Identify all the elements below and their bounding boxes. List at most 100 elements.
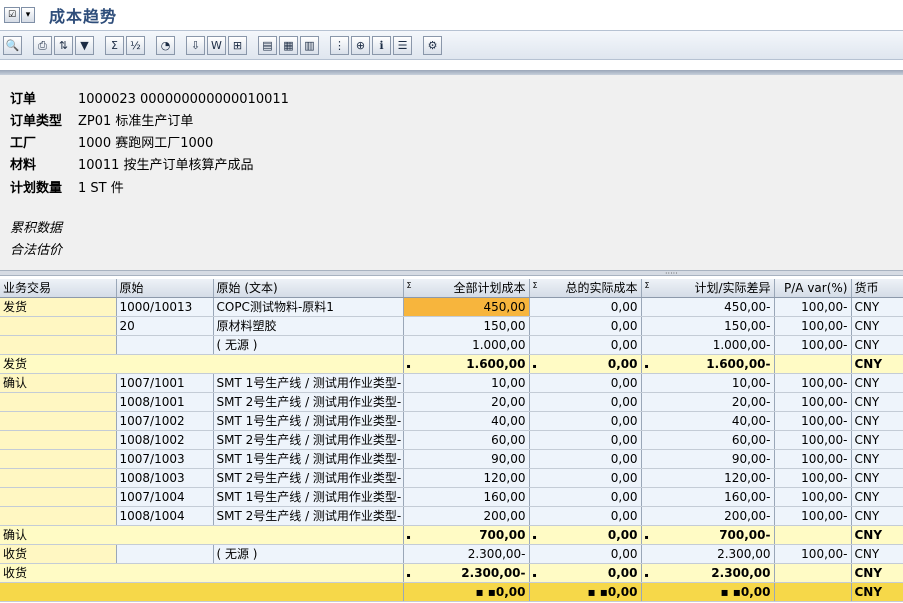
cell-variance[interactable]: 200,00- xyxy=(641,506,775,526)
cell-variance-pct[interactable]: 100,00- xyxy=(774,430,852,450)
cell-origin[interactable]: 1008/1001 xyxy=(116,392,214,412)
cell-plan-cost[interactable]: 120,00 xyxy=(403,468,530,488)
cell-plan-cost[interactable]: 1.000,00 xyxy=(403,335,530,355)
cell-origin-text[interactable]: SMT 1号生产线 / 测试用作业类型- xyxy=(213,411,404,431)
table-row[interactable]: 1008/1003 SMT 2号生产线 / 测试用作业类型- 120,00 0,00 1… xyxy=(0,468,903,488)
cell-transaction[interactable]: 发货 xyxy=(0,297,117,317)
cell-origin[interactable]: 1007/1002 xyxy=(116,411,214,431)
cell-actual-cost[interactable]: 0,00 xyxy=(529,430,642,450)
spreadsheet-icon[interactable]: ⊞ xyxy=(228,35,247,55)
cell-plan-cost[interactable]: 60,00 xyxy=(403,430,530,450)
cell-plan-cost[interactable]: 20,00 xyxy=(403,392,530,412)
cell-transaction[interactable] xyxy=(0,468,117,488)
layout-icon[interactable]: ▤ xyxy=(258,35,277,55)
cell-origin-text[interactable]: SMT 2号生产线 / 测试用作业类型- xyxy=(213,506,404,526)
cell-variance-pct[interactable]: 100,00- xyxy=(774,335,852,355)
column-header-variance-pct[interactable]: P/A var(%) xyxy=(774,279,852,298)
subtotal-row[interactable]: 确认 ▪ 700,00 ▪ 0,00 ▪ 700,00- CNY xyxy=(0,525,903,545)
cell-origin[interactable]: 1008/1002 xyxy=(116,430,214,450)
cell-actual-cost[interactable]: ▪ 0,00 xyxy=(529,525,642,545)
cell-transaction[interactable] xyxy=(0,506,117,526)
sort-icon[interactable]: ⇅ xyxy=(54,35,73,55)
cell-variance-pct[interactable]: 100,00- xyxy=(774,544,852,564)
hierarchy-icon[interactable]: ⋮ xyxy=(330,35,349,55)
column-header-variance[interactable]: Σ 计划/实际差异 xyxy=(641,279,775,298)
cell-actual-cost[interactable]: 0,00 xyxy=(529,373,642,393)
column-header-transaction[interactable]: 业务交易 xyxy=(0,279,117,298)
cell-currency[interactable]: CNY xyxy=(851,544,903,564)
cell-plan-cost[interactable]: ▪ 2.300,00- xyxy=(403,563,530,583)
info-icon[interactable]: ℹ xyxy=(372,35,391,55)
cell-variance-pct[interactable]: 100,00- xyxy=(774,297,852,317)
splitter-handle[interactable]: ····· xyxy=(0,270,903,278)
table-row[interactable]: 1007/1002 SMT 1号生产线 / 测试用作业类型- 40,00 0,00 40… xyxy=(0,411,903,431)
cell-variance-pct[interactable]: 100,00- xyxy=(774,316,852,336)
cell-transaction[interactable] xyxy=(0,487,117,507)
cell-origin[interactable]: 1007/1001 xyxy=(116,373,214,393)
cell-plan-cost[interactable]: ▪ 700,00 xyxy=(403,525,530,545)
cell-variance[interactable]: 150,00- xyxy=(641,316,775,336)
cell-currency[interactable]: CNY xyxy=(851,468,903,488)
cell-actual-cost[interactable]: 0,00 xyxy=(529,297,642,317)
cell-transaction[interactable] xyxy=(0,430,117,450)
cell-origin-text[interactable]: COPC测试物料-原料1 xyxy=(213,297,404,317)
cell-variance-pct[interactable]: 100,00- xyxy=(774,373,852,393)
cell-plan-cost[interactable]: 150,00 xyxy=(403,316,530,336)
table-row[interactable]: 1008/1001 SMT 2号生产线 / 测试用作业类型- 20,00 0,00 20… xyxy=(0,392,903,412)
table-row[interactable]: 收货 ( 无源 ) 2.300,00- 0,00 2.300,00 100,00- CNY xyxy=(0,544,903,564)
cell-plan-cost[interactable]: 160,00 xyxy=(403,487,530,507)
cell-origin[interactable]: 20 xyxy=(116,316,214,336)
settings-icon[interactable]: ⚙ xyxy=(423,35,442,55)
export-icon[interactable]: ⇩ xyxy=(186,35,205,55)
cell-variance[interactable]: ▪ ▪0,00 xyxy=(641,582,775,602)
cell-variance[interactable]: 1.000,00- xyxy=(641,335,775,355)
cell-origin-text[interactable]: SMT 2号生产线 / 测试用作业类型- xyxy=(213,430,404,450)
cell-transaction[interactable]: 确认 xyxy=(0,373,117,393)
cell-variance[interactable]: 20,00- xyxy=(641,392,775,412)
cell-variance[interactable]: ▪ 1.600,00- xyxy=(641,354,775,374)
cell-currency[interactable]: CNY xyxy=(851,487,903,507)
subtotal-row[interactable]: 收货 ▪ 2.300,00- ▪ 0,00 ▪ 2.300,00 CNY xyxy=(0,563,903,583)
cell-origin[interactable]: 1000/10013 xyxy=(116,297,214,317)
cell-variance-pct[interactable]: 100,00- xyxy=(774,468,852,488)
cell-actual-cost[interactable]: 0,00 xyxy=(529,392,642,412)
subtotal-row[interactable]: 发货 ▪ 1.600,00 ▪ 0,00 ▪ 1.600,00- CNY xyxy=(0,354,903,374)
cell-actual-cost[interactable]: 0,00 xyxy=(529,468,642,488)
cell-origin[interactable] xyxy=(116,335,214,355)
cell-variance-pct[interactable]: 100,00- xyxy=(774,506,852,526)
cell-plan-cost[interactable]: ▪ ▪0,00 xyxy=(403,582,530,602)
cell-variance[interactable]: 60,00- xyxy=(641,430,775,450)
system-menu-icon[interactable]: ☑ xyxy=(4,6,20,23)
cell-actual-cost[interactable]: 0,00 xyxy=(529,544,642,564)
cell-variance[interactable]: 2.300,00 xyxy=(641,544,775,564)
print-icon[interactable]: ⎙ xyxy=(33,35,52,55)
cell-actual-cost[interactable]: 0,00 xyxy=(529,487,642,507)
cell-currency[interactable]: CNY xyxy=(851,297,903,317)
cell-actual-cost[interactable]: ▪ ▪0,00 xyxy=(529,582,642,602)
cell-origin[interactable] xyxy=(116,544,214,564)
column-header-origin[interactable]: 原始 xyxy=(116,279,214,298)
cell-variance[interactable]: ▪ 700,00- xyxy=(641,525,775,545)
cell-origin-text[interactable]: SMT 2号生产线 / 测试用作业类型- xyxy=(213,392,404,412)
cell-actual-cost[interactable]: ▪ 0,00 xyxy=(529,354,642,374)
column-header-currency[interactable]: 货币 xyxy=(851,279,903,298)
cell-actual-cost[interactable]: 0,00 xyxy=(529,316,642,336)
cell-plan-cost[interactable]: 200,00 xyxy=(403,506,530,526)
cell-origin-text[interactable]: ( 无源 ) xyxy=(213,544,404,564)
column-header-actual-cost[interactable]: Σ 总的实际成本 xyxy=(529,279,642,298)
table-row[interactable]: ( 无源 ) 1.000,00 0,00 1.000,00- 100,00- CNY xyxy=(0,335,903,355)
filter-icon[interactable]: ▼ xyxy=(75,35,94,55)
cell-origin-text[interactable]: SMT 1号生产线 / 测试用作业类型- xyxy=(213,449,404,469)
cell-variance[interactable]: 450,00- xyxy=(641,297,775,317)
cell-origin[interactable]: 1007/1003 xyxy=(116,449,214,469)
cell-origin-text[interactable]: SMT 1号生产线 / 测试用作业类型- xyxy=(213,373,404,393)
cell-variance[interactable]: 90,00- xyxy=(641,449,775,469)
cell-variance[interactable]: 40,00- xyxy=(641,411,775,431)
cell-actual-cost[interactable]: 0,00 xyxy=(529,335,642,355)
column-header-origin-text[interactable]: 原始 (文本) xyxy=(213,279,404,298)
cell-plan-cost[interactable]: 40,00 xyxy=(403,411,530,431)
grand-total-row[interactable]: ▪ ▪0,00 ▪ ▪0,00 ▪ ▪0,00 CNY xyxy=(0,582,903,602)
column-header-plan-cost[interactable]: Σ 全部计划成本 xyxy=(403,279,530,298)
cell-variance-pct[interactable]: 100,00- xyxy=(774,411,852,431)
cell-transaction[interactable] xyxy=(0,335,117,355)
